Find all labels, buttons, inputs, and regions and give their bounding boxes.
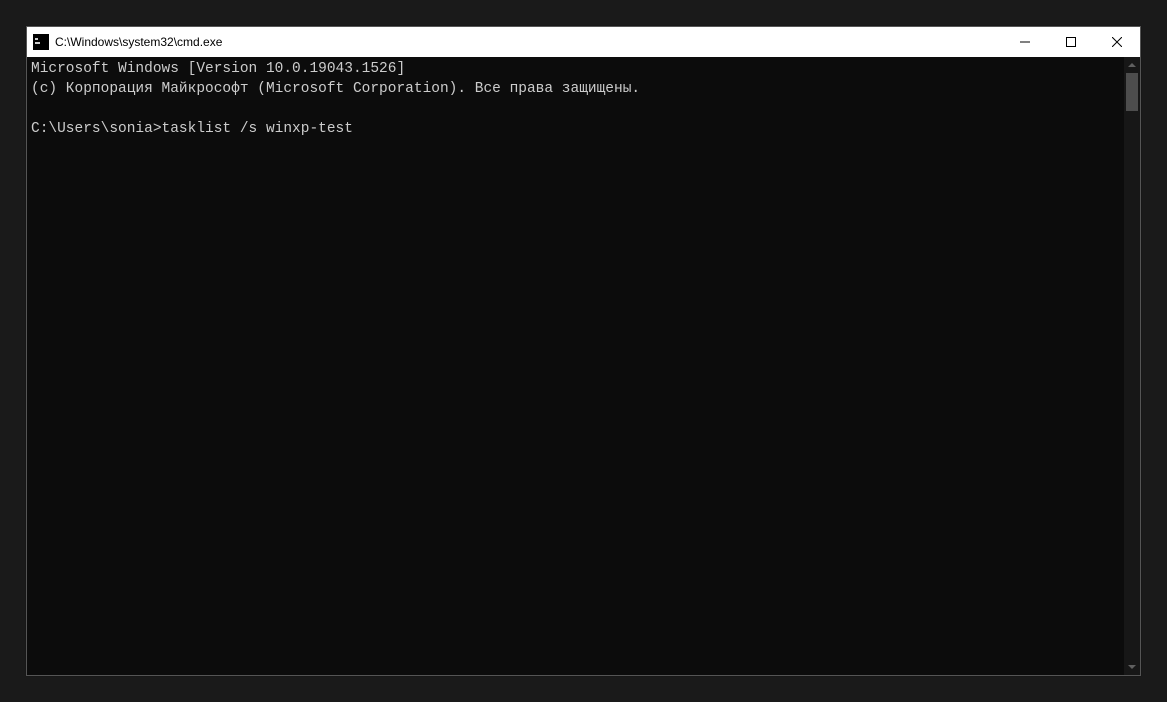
close-button[interactable] <box>1094 27 1140 57</box>
window-controls <box>1002 27 1140 57</box>
titlebar[interactable]: C:\Windows\system32\cmd.exe <box>27 27 1140 57</box>
console-line: C:\Users\sonia>tasklist /s winxp-test <box>31 119 1120 139</box>
maximize-button[interactable] <box>1048 27 1094 57</box>
scrollbar[interactable] <box>1124 57 1140 675</box>
console-line: (c) Корпорация Майкрософт (Microsoft Cor… <box>31 79 1120 99</box>
window-title: C:\Windows\system32\cmd.exe <box>55 35 1002 49</box>
scroll-up-arrow-icon[interactable] <box>1124 57 1140 73</box>
console-body: Microsoft Windows [Version 10.0.19043.15… <box>27 57 1140 675</box>
scrollbar-thumb[interactable] <box>1126 73 1138 111</box>
console-content[interactable]: Microsoft Windows [Version 10.0.19043.15… <box>27 57 1124 675</box>
console-line: Microsoft Windows [Version 10.0.19043.15… <box>31 59 1120 79</box>
minimize-button[interactable] <box>1002 27 1048 57</box>
cmd-icon <box>33 34 49 50</box>
console-line <box>31 99 1120 119</box>
cmd-window: C:\Windows\system32\cmd.exe Microsoft Wi… <box>26 26 1141 676</box>
scroll-down-arrow-icon[interactable] <box>1124 659 1140 675</box>
